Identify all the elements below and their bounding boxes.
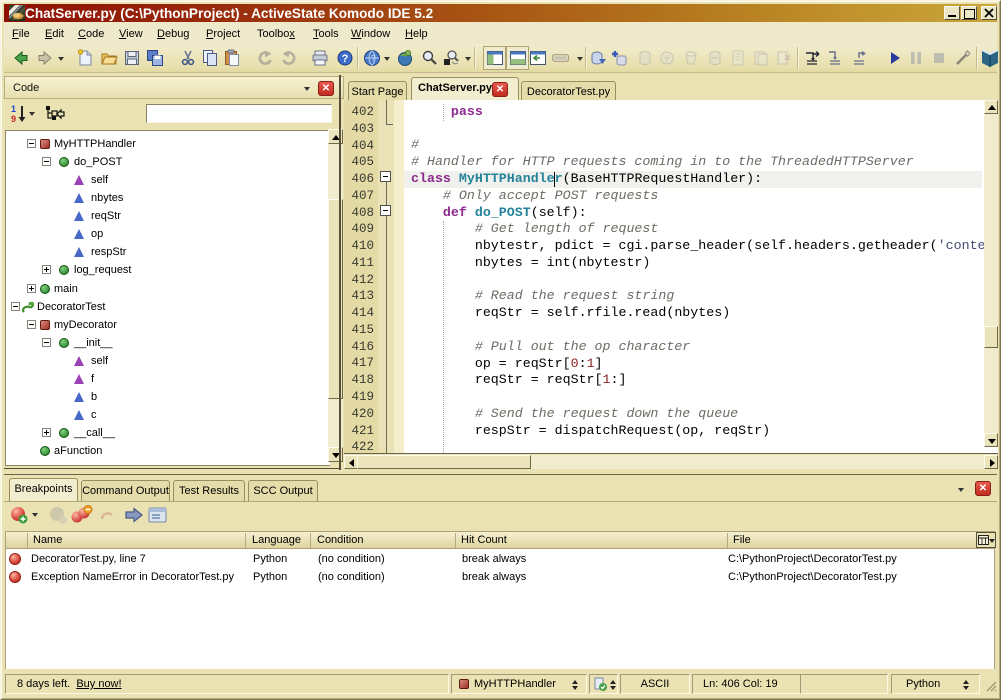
svg-text:1: 1: [11, 104, 16, 114]
svg-text:?: ?: [371, 54, 376, 63]
svg-text:?: ?: [342, 53, 349, 65]
svg-text:9: 9: [11, 114, 16, 124]
